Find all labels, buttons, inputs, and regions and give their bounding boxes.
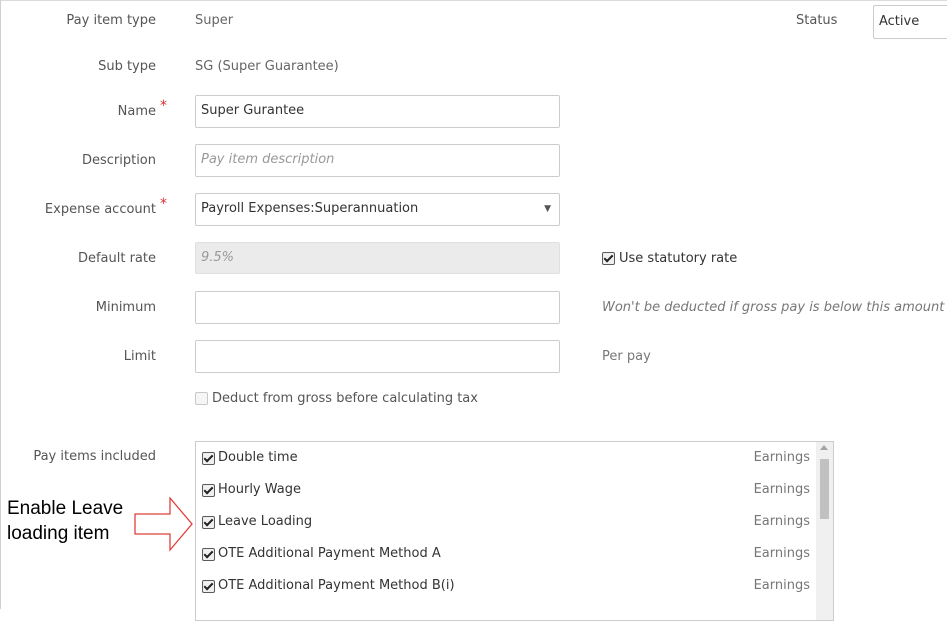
checkbox-checked-icon[interactable] xyxy=(602,252,615,265)
limit-label: Limit xyxy=(123,349,156,364)
list-item[interactable]: Double time Earnings xyxy=(196,442,816,474)
deduct-from-gross-checkbox[interactable] xyxy=(195,391,208,406)
annotation-line-1: Enable Leave xyxy=(7,498,124,519)
expense-account-label: Expense account xyxy=(44,202,156,217)
expense-account-value: Payroll Expenses:Superannuation xyxy=(201,201,419,216)
description-label: Description xyxy=(81,153,156,168)
use-statutory-rate-label: Use statutory rate xyxy=(619,251,738,266)
checkbox-unchecked-icon[interactable] xyxy=(195,392,208,405)
list-item[interactable]: Hourly Wage Earnings xyxy=(196,474,816,506)
name-required-mark: * xyxy=(160,98,167,114)
description-input[interactable]: Pay item description xyxy=(195,144,560,177)
pay-items-list[interactable]: Double time Earnings Hourly Wage Earning… xyxy=(195,441,834,621)
pay-item-type: Earnings xyxy=(753,450,810,465)
status-select[interactable]: Active xyxy=(873,5,947,39)
pay-items-included-label: Pay items included xyxy=(33,449,156,464)
scrollbar-thumb[interactable] xyxy=(820,459,829,519)
pay-item-type-value: Super xyxy=(195,13,234,28)
pay-item-label: Hourly Wage xyxy=(218,482,301,497)
checkbox-checked-icon[interactable] xyxy=(202,580,215,593)
minimum-note: Won't be deducted if gross pay is below … xyxy=(602,300,945,315)
checkbox-checked-icon[interactable] xyxy=(202,452,215,465)
list-item[interactable]: Leave Loading Earnings xyxy=(196,506,816,538)
pay-item-type: Earnings xyxy=(753,578,810,593)
minimum-label: Minimum xyxy=(95,300,156,315)
pay-item-type: Earnings xyxy=(753,514,810,529)
annotation-text: Enable Leave loading item xyxy=(7,496,123,546)
default-rate-input: 9.5% xyxy=(195,242,560,274)
limit-input[interactable] xyxy=(195,340,560,373)
expense-account-select[interactable]: Payroll Expenses:Superannuation ▼ xyxy=(195,193,560,226)
chevron-down-icon[interactable]: ▼ xyxy=(544,194,551,224)
pay-item-type-label: Pay item type xyxy=(66,13,156,28)
sub-type-value: SG (Super Guarantee) xyxy=(195,59,339,74)
list-item[interactable]: OTE Additional Payment Method B(i) Earni… xyxy=(196,570,816,602)
arrow-right-icon xyxy=(134,497,193,552)
checkbox-checked-icon[interactable] xyxy=(202,484,215,497)
annotation-line-2: loading item xyxy=(7,523,110,544)
scroll-up-arrow-icon[interactable] xyxy=(820,445,828,450)
status-label: Status xyxy=(796,13,838,28)
pay-item-type: Earnings xyxy=(753,482,810,497)
pay-item-label: Double time xyxy=(218,450,298,465)
checkbox-checked-icon[interactable] xyxy=(202,516,215,529)
pay-item-type: Earnings xyxy=(753,546,810,561)
default-rate-label: Default rate xyxy=(77,251,156,266)
minimum-input[interactable] xyxy=(195,291,560,324)
name-input[interactable]: Super Gurantee xyxy=(195,95,560,128)
list-item[interactable]: OTE Additional Payment Method A Earnings xyxy=(196,538,816,570)
sub-type-label: Sub type xyxy=(98,59,156,74)
frame-top-border xyxy=(0,0,947,1)
list-scrollbar[interactable] xyxy=(816,442,833,620)
pay-item-label: Leave Loading xyxy=(218,514,313,529)
limit-note: Per pay xyxy=(602,349,651,364)
expense-account-required-mark: * xyxy=(160,196,167,212)
name-label: Name xyxy=(117,104,156,119)
use-statutory-rate-checkbox[interactable] xyxy=(602,251,615,266)
pay-item-label: OTE Additional Payment Method A xyxy=(218,546,441,561)
pay-item-label: OTE Additional Payment Method B(i) xyxy=(218,578,455,593)
deduct-from-gross-label: Deduct from gross before calculating tax xyxy=(212,391,478,406)
checkbox-checked-icon[interactable] xyxy=(202,548,215,561)
